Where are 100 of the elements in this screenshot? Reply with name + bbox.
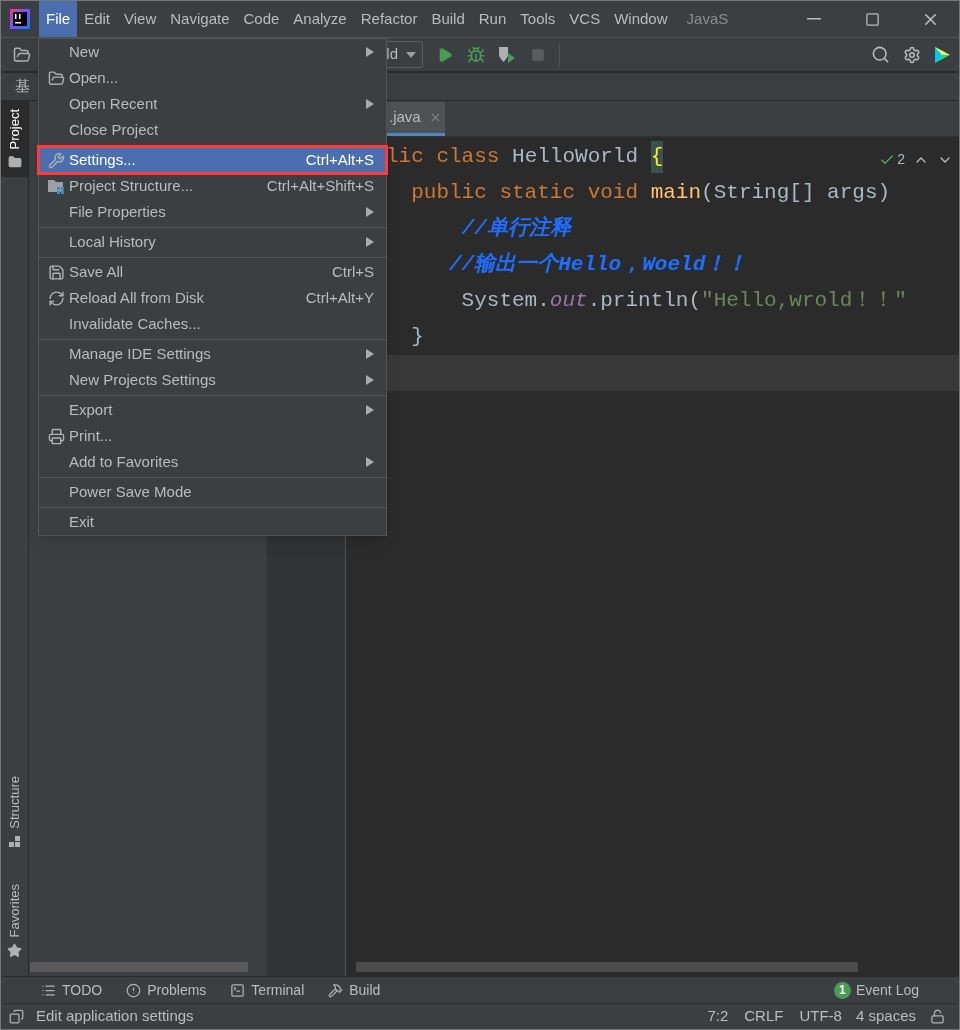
notification-badge: 1 <box>833 981 851 999</box>
app-logo-icon <box>10 9 30 29</box>
tool-window-button[interactable]: Problems <box>126 979 207 1001</box>
horizontal-scrollbar[interactable] <box>356 962 858 972</box>
menu-item[interactable]: Exit <box>39 509 386 535</box>
menu-item[interactable]: Save All Ctrl+S <box>39 259 386 285</box>
menu-item[interactable]: Close Project <box>39 117 386 143</box>
shortcut: Ctrl+Alt+S <box>305 149 374 170</box>
plugin-logo-icon[interactable] <box>933 45 951 64</box>
window-title: JavaS <box>686 8 729 29</box>
settings-icon[interactable] <box>903 45 921 64</box>
menu-item[interactable]: Invalidate Caches... <box>39 311 386 337</box>
menu-item[interactable]: Open Recent <box>39 91 386 117</box>
menu-bar-item[interactable]: Tools <box>513 1 563 37</box>
warning-count[interactable]: 2 <box>897 149 905 170</box>
maximize-icon <box>864 11 880 27</box>
menu-bar-item[interactable]: Edit <box>77 1 118 37</box>
breadcrumb[interactable]: 基 <box>15 75 30 98</box>
menu-item[interactable]: Export <box>39 397 386 423</box>
event-log-button[interactable]: 1 Event Log <box>833 979 919 1001</box>
tool-window-button[interactable]: TODO <box>41 979 103 1001</box>
menu-item-label: File Properties <box>69 201 166 222</box>
menu-bar-item[interactable]: Code <box>236 1 287 37</box>
search-icon[interactable] <box>871 45 890 64</box>
menu-bar-item[interactable]: File <box>39 1 78 37</box>
debug-icon[interactable] <box>467 45 485 64</box>
shortcut: Ctrl+Alt+Y <box>305 287 374 308</box>
menu-item-label: Print... <box>69 425 113 446</box>
menu-item-label: Manage IDE Settings <box>69 343 211 364</box>
printer-icon <box>47 427 65 445</box>
menu-bar-item[interactable]: Analyze <box>286 1 354 37</box>
status-message: Edit application settings <box>36 1006 194 1027</box>
menu-item[interactable]: Power Save Mode <box>39 479 386 505</box>
menu-bar-item[interactable]: Window <box>607 1 675 37</box>
menu-bar-item[interactable]: Run <box>471 1 514 37</box>
submenu-arrow-icon <box>366 47 374 57</box>
terminal-icon <box>230 982 246 998</box>
file-encoding[interactable]: UTF-8 <box>799 1005 842 1028</box>
menu-item[interactable]: Print... <box>39 423 386 449</box>
star-icon <box>7 943 22 958</box>
menu-item[interactable]: Manage IDE Settings <box>39 341 386 367</box>
panels-icon[interactable] <box>9 1009 24 1024</box>
menu-item-label: Add to Favorites <box>69 451 179 472</box>
menu-item-label: Settings... <box>69 149 136 170</box>
menu-item[interactable]: File Properties <box>39 199 386 225</box>
menu-item-label: Local History <box>69 231 156 252</box>
menu-item-label: Save All <box>69 261 124 282</box>
tool-window-tab[interactable]: Project <box>1 101 28 178</box>
menu-item-label: Reload All from Disk <box>69 287 205 308</box>
editor-tab[interactable]: .java <box>386 102 445 136</box>
submenu-arrow-icon <box>366 405 374 415</box>
reload-icon <box>47 289 65 307</box>
menu-item-label: Open... <box>69 67 119 88</box>
menu-bar-item[interactable]: VCS <box>562 1 608 37</box>
list-icon <box>41 982 56 998</box>
line-separator[interactable]: CRLF <box>744 1005 784 1028</box>
menu-item[interactable]: New Projects Settings <box>39 367 386 393</box>
menu-bar-item[interactable]: Navigate <box>163 1 237 37</box>
menu-item[interactable]: Settings... Ctrl+Alt+S <box>39 147 386 173</box>
minimize-icon <box>807 18 821 20</box>
warning-icon <box>126 982 142 998</box>
menu-bar-item[interactable]: Refactor <box>353 1 425 37</box>
menu-item-label: Exit <box>69 511 94 532</box>
horizontal-scrollbar[interactable] <box>30 962 248 972</box>
menu-item-label: Invalidate Caches... <box>69 313 201 334</box>
submenu-arrow-icon <box>366 349 374 359</box>
menu-item[interactable]: Project Structure... Ctrl+Alt+Shift+S <box>39 173 386 199</box>
wrench-icon <box>47 151 65 169</box>
tool-window-button[interactable]: Build <box>328 979 381 1001</box>
tool-window-button[interactable]: Terminal <box>230 979 305 1001</box>
folder-icon <box>47 69 65 87</box>
submenu-arrow-icon <box>366 375 374 385</box>
menu-item[interactable]: Local History <box>39 229 386 255</box>
unlocked-icon[interactable] <box>930 1009 945 1024</box>
menu-item-label: Open Recent <box>69 93 158 114</box>
menu-item[interactable]: Reload All from Disk Ctrl+Alt+Y <box>39 285 386 311</box>
menu-item-label: Export <box>69 399 113 420</box>
save-icon <box>47 263 65 281</box>
open-folder-icon[interactable] <box>13 45 31 64</box>
menu-item-label: Power Save Mode <box>69 481 192 502</box>
coverage-icon[interactable] <box>497 45 517 64</box>
submenu-arrow-icon <box>366 237 374 247</box>
menu-item-label: Close Project <box>69 119 159 140</box>
dropdown-caret-icon <box>406 51 416 58</box>
menu-item[interactable]: Open... <box>39 65 386 91</box>
menu-bar-item[interactable]: Build <box>424 1 472 37</box>
structure-icon <box>8 834 21 848</box>
tool-window-tab[interactable]: Structure <box>1 767 28 856</box>
submenu-arrow-icon <box>366 207 374 217</box>
hammer-icon <box>328 982 344 998</box>
caret-position[interactable]: 7:2 <box>707 1005 729 1028</box>
run-icon[interactable] <box>437 46 453 63</box>
menu-bar-item[interactable]: View <box>117 1 164 37</box>
tool-window-tab[interactable]: Favorites <box>1 875 28 966</box>
menu-item-label: Project Structure... <box>69 175 194 196</box>
indent-setting[interactable]: 4 spaces <box>855 1005 916 1028</box>
menu-item[interactable]: Add to Favorites <box>39 449 386 475</box>
shortcut: Ctrl+Alt+Shift+S <box>266 175 374 196</box>
project-structure-icon <box>47 178 65 194</box>
submenu-arrow-icon <box>366 99 374 109</box>
